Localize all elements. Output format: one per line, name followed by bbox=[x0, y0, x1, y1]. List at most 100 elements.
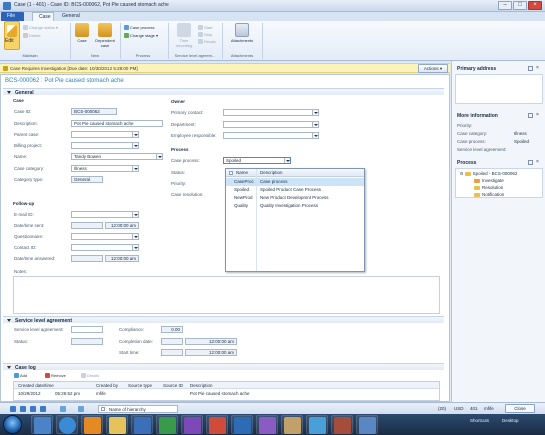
shortcuts-toolbar[interactable]: Shortcuts bbox=[470, 418, 489, 423]
dropdown-arrow-icon[interactable] bbox=[156, 154, 162, 159]
tree-expand-icon[interactable]: ⊟ bbox=[460, 171, 463, 176]
new-case-button[interactable]: Case bbox=[72, 23, 92, 43]
completion-time-field[interactable]: 12:00:00 am bbox=[185, 338, 237, 345]
name-field[interactable]: Tandy Bowen bbox=[71, 153, 163, 160]
recalc-button[interactable]: Recalc bbox=[198, 39, 216, 45]
start-button[interactable]: Start bbox=[198, 25, 212, 31]
pane-close-icon[interactable]: × bbox=[536, 160, 539, 165]
previous-record-icon[interactable] bbox=[20, 406, 26, 412]
questionnaire-field[interactable] bbox=[71, 233, 139, 240]
case-id-field[interactable]: BCS-000062 bbox=[71, 108, 117, 115]
last-record-icon[interactable] bbox=[40, 406, 46, 412]
filter-by-grid-icon[interactable] bbox=[78, 406, 84, 412]
pane-maximize-icon[interactable] bbox=[528, 113, 533, 118]
table-row[interactable]: 10/29/2012 05:26:52 pm mfife Pot Pie cau… bbox=[14, 390, 439, 397]
taskbar-item[interactable] bbox=[281, 415, 303, 434]
case-category-field[interactable]: Illness bbox=[71, 165, 139, 172]
pane-maximize-icon[interactable] bbox=[528, 160, 533, 165]
window-close-button[interactable]: × bbox=[528, 1, 542, 10]
actions-button[interactable]: Actions ▾ bbox=[418, 64, 448, 73]
taskbar-item[interactable] bbox=[331, 415, 353, 434]
start-date-field[interactable] bbox=[161, 349, 183, 356]
pane-close-icon[interactable]: × bbox=[536, 113, 539, 118]
lookup-row[interactable]: CaseProc Case process bbox=[226, 178, 364, 186]
general-fasttab[interactable]: General bbox=[3, 88, 444, 96]
lookup-row[interactable]: NewProd New Product Developmnt Process bbox=[226, 194, 364, 202]
hierarchy-checkbox[interactable] bbox=[101, 407, 105, 411]
lookup-col-name[interactable]: Name bbox=[236, 170, 248, 175]
dropdown-arrow-icon[interactable] bbox=[284, 158, 290, 163]
add-log-button[interactable]: Add bbox=[14, 373, 27, 379]
start-time-field[interactable]: 12:00:00 am bbox=[185, 349, 237, 356]
notes-textarea[interactable] bbox=[13, 276, 440, 314]
dropdown-arrow-icon[interactable] bbox=[312, 110, 318, 115]
delete-button[interactable]: Delete bbox=[23, 33, 41, 39]
desktop-toolbar[interactable]: Desktop bbox=[502, 418, 519, 423]
tree-item-resolution[interactable]: Resolution bbox=[474, 185, 503, 190]
tree-item-notification[interactable]: Notification bbox=[474, 192, 504, 197]
primary-contact-field[interactable] bbox=[223, 109, 319, 116]
employee-responsible-field[interactable] bbox=[223, 132, 319, 139]
sla-fasttab[interactable]: Service level agreement bbox=[3, 316, 444, 324]
case-process-button[interactable]: Case process bbox=[124, 25, 154, 31]
compliance-field[interactable]: 0.00 bbox=[161, 326, 183, 333]
hierarchy-box[interactable]: Name of hierarchy bbox=[98, 405, 178, 413]
dropdown-arrow-icon[interactable] bbox=[132, 166, 138, 171]
edit-button[interactable]: Edit bbox=[4, 21, 20, 50]
minimize-button[interactable]: – bbox=[498, 1, 512, 10]
tab-general[interactable]: General bbox=[56, 12, 86, 21]
dropdown-arrow-icon[interactable] bbox=[132, 132, 138, 137]
dropdown-arrow-icon[interactable] bbox=[132, 245, 138, 250]
taskbar-item[interactable] bbox=[231, 415, 253, 434]
date-answered-field[interactable] bbox=[71, 255, 103, 262]
taskbar-item[interactable] bbox=[206, 415, 228, 434]
sla-field[interactable] bbox=[71, 326, 103, 333]
dropdown-arrow-icon[interactable] bbox=[312, 133, 318, 138]
stop-button[interactable]: Stop bbox=[198, 32, 212, 38]
taskbar-item[interactable] bbox=[31, 415, 53, 434]
maximize-button[interactable]: □ bbox=[513, 1, 527, 10]
email-id-field[interactable] bbox=[71, 211, 139, 218]
dependent-case-button[interactable]: Dependent case bbox=[92, 23, 118, 48]
taskbar-item[interactable] bbox=[156, 415, 178, 434]
taskbar-item[interactable] bbox=[256, 415, 278, 434]
pane-maximize-icon[interactable] bbox=[528, 66, 533, 71]
col-source-id[interactable]: Source ID bbox=[163, 383, 183, 388]
col-created-datetime[interactable]: Created date/time bbox=[18, 383, 54, 388]
change-stage-button[interactable]: Change stage ▾ bbox=[124, 33, 158, 39]
date-sent-field[interactable] bbox=[71, 222, 103, 229]
completion-date-field[interactable] bbox=[161, 338, 183, 345]
description-field[interactable]: Pot Pie caused stomach ache bbox=[71, 120, 163, 127]
case-log-fasttab[interactable]: Case log bbox=[3, 363, 444, 371]
department-field[interactable] bbox=[223, 121, 319, 128]
time-recording-button[interactable]: Time recording bbox=[171, 23, 197, 48]
next-record-icon[interactable] bbox=[30, 406, 36, 412]
taskbar-item[interactable] bbox=[81, 415, 103, 434]
start-button[interactable] bbox=[3, 415, 22, 434]
category-type-field[interactable]: General bbox=[71, 176, 103, 183]
currency[interactable]: USD bbox=[454, 406, 464, 411]
time-sent-field[interactable]: 12:00:00 am bbox=[105, 222, 139, 229]
col-created-by[interactable]: Created by bbox=[96, 383, 118, 388]
dropdown-arrow-icon[interactable] bbox=[312, 122, 318, 127]
taskbar-item[interactable] bbox=[181, 415, 203, 434]
taskbar-item[interactable] bbox=[56, 415, 78, 434]
taskbar-item[interactable] bbox=[131, 415, 153, 434]
contact-id-field[interactable] bbox=[71, 244, 139, 251]
col-description[interactable]: Description bbox=[190, 383, 213, 388]
lookup-row[interactable]: Quality Quality Investigation Process bbox=[226, 202, 364, 210]
dropdown-arrow-icon[interactable] bbox=[132, 143, 138, 148]
case-process-field[interactable]: Spoiled bbox=[223, 157, 291, 164]
close-button[interactable]: Close bbox=[505, 404, 535, 413]
dropdown-arrow-icon[interactable] bbox=[132, 234, 138, 239]
select-all-checkbox[interactable] bbox=[229, 171, 233, 175]
details-log-button[interactable]: Details bbox=[81, 373, 99, 379]
time-answered-field[interactable]: 12:00:00 am bbox=[105, 255, 139, 262]
attachments-button[interactable]: Attachments bbox=[225, 23, 259, 43]
billing-project-field[interactable] bbox=[71, 142, 139, 149]
sla-status-field[interactable] bbox=[71, 338, 103, 345]
taskbar-item[interactable] bbox=[356, 415, 378, 434]
col-source-type[interactable]: Source type bbox=[128, 383, 152, 388]
pane-close-icon[interactable]: × bbox=[536, 66, 539, 71]
taskbar-item[interactable] bbox=[106, 415, 128, 434]
